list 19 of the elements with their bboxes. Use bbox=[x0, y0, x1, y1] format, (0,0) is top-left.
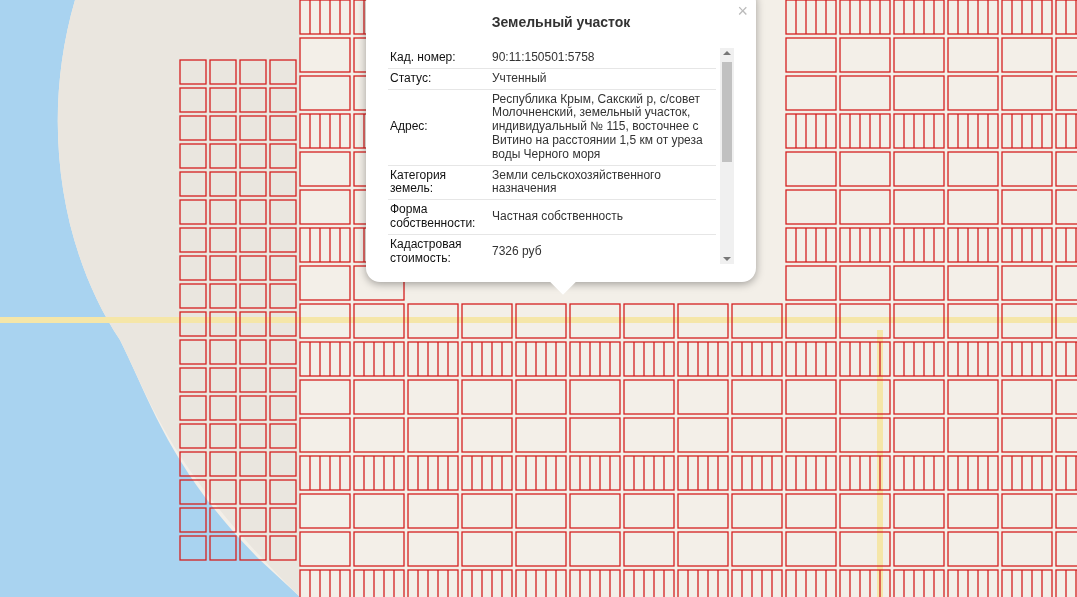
field-value: Частная собственность bbox=[492, 210, 623, 224]
field-value: Учтенный bbox=[492, 71, 547, 86]
field-label: Форма собственности: bbox=[390, 203, 477, 231]
cadastral-map-drawing[interactable] bbox=[0, 0, 1077, 597]
scrollbar[interactable] bbox=[720, 48, 734, 264]
field-value: 90:11:150501:5758 bbox=[492, 51, 595, 65]
field-value: Земли сельскохозяйственного назначения bbox=[492, 168, 662, 197]
scrollbar-thumb[interactable] bbox=[722, 62, 732, 162]
scroll-down-icon[interactable] bbox=[723, 254, 731, 264]
field-label: Кад. номер: bbox=[390, 51, 456, 65]
field-value: 7326 руб bbox=[492, 244, 542, 259]
field-label: Категория земель: bbox=[390, 168, 448, 197]
field-label: Кадастровая стоимость: bbox=[390, 237, 463, 264]
close-button[interactable]: × bbox=[737, 2, 748, 20]
field-label: Статус: bbox=[390, 71, 432, 86]
scroll-up-icon[interactable] bbox=[723, 48, 731, 58]
field-label: Адрес: bbox=[390, 120, 428, 134]
popup-title: Земельный участок bbox=[490, 14, 632, 30]
field-value: Республика Крым, Сакский р, с/совет Молочненский, земельный участок, индивидуальный № 115, восточнее с Витино на расстоянии 1,5 км от уреза воды Черного моря bbox=[492, 92, 704, 162]
